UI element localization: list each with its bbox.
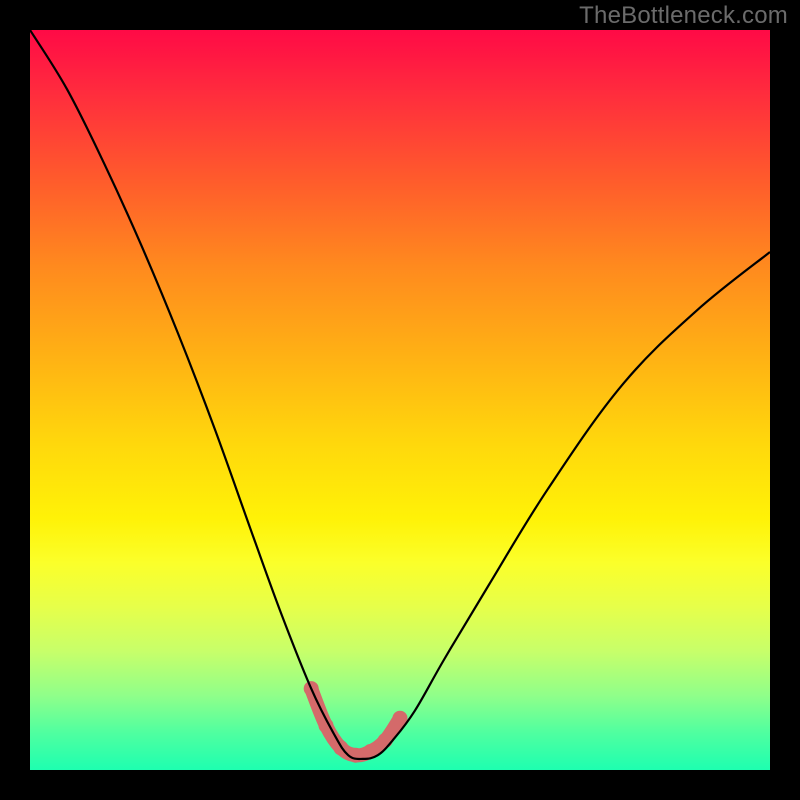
chart-frame: TheBottleneck.com [0, 0, 800, 800]
plot-area [30, 30, 770, 770]
valley-highlight-group [304, 681, 408, 763]
valley-dot [378, 733, 393, 748]
watermark-text: TheBottleneck.com [579, 2, 788, 30]
bottleneck-curve [30, 30, 770, 759]
curve-svg [30, 30, 770, 770]
valley-dot [348, 748, 363, 763]
